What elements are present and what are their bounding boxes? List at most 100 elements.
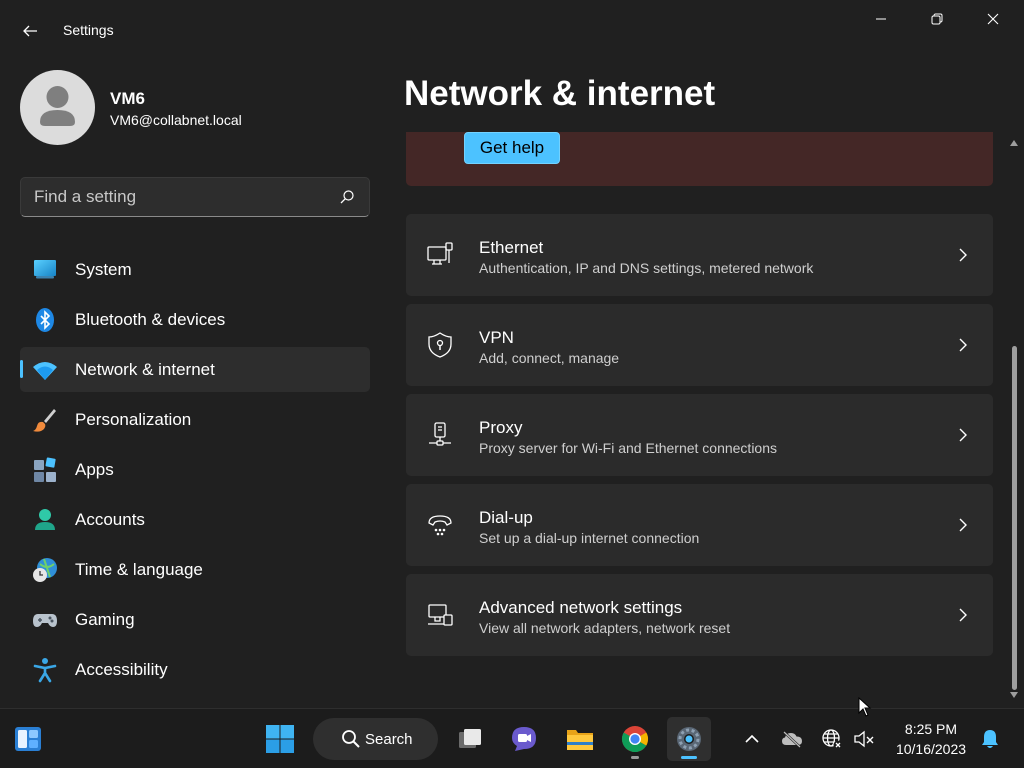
chrome-icon xyxy=(621,726,649,753)
scroll-down-arrow-icon[interactable] xyxy=(1009,690,1019,700)
taskbar-file-explorer[interactable] xyxy=(558,717,602,761)
app-title: Settings xyxy=(63,22,114,38)
user-email: VM6@collabnet.local xyxy=(110,112,242,128)
card-description: Authentication, IP and DNS settings, met… xyxy=(479,260,814,276)
onedrive-offline-icon xyxy=(782,731,802,748)
taskbar-search[interactable]: Search xyxy=(313,718,438,760)
tray-network[interactable] xyxy=(820,727,844,751)
back-button[interactable] xyxy=(14,16,46,46)
back-arrow-icon xyxy=(23,25,37,37)
taskbar: Search 8:25 PM 10/16/2023 xyxy=(0,708,1024,768)
card-description: Set up a dial-up internet connection xyxy=(479,530,700,546)
card-description: Add, connect, manage xyxy=(479,350,620,366)
card-title: Dial-up xyxy=(479,508,533,527)
minimize-icon xyxy=(876,18,886,20)
setting-card-vpn[interactable]: VPN Add, connect, manage xyxy=(406,304,993,386)
setting-card-ethernet[interactable]: Ethernet Authentication, IP and DNS sett… xyxy=(406,214,993,296)
taskbar-settings[interactable] xyxy=(667,717,711,761)
accounts-icon xyxy=(35,509,55,530)
clock-time: 8:25 PM xyxy=(904,721,958,737)
close-icon xyxy=(987,13,999,25)
brush-icon xyxy=(33,409,56,432)
widgets-icon xyxy=(15,727,41,751)
search-box[interactable] xyxy=(20,177,370,217)
sidebar-item-label: Personalization xyxy=(75,410,192,429)
search-icon[interactable] xyxy=(339,189,355,205)
setting-card-proxy[interactable]: Proxy Proxy server for Wi-Fi and Etherne… xyxy=(406,394,993,476)
user-name: VM6 xyxy=(110,89,145,108)
scrollbar-thumb[interactable] xyxy=(1012,346,1017,690)
tray-volume[interactable] xyxy=(852,727,876,751)
chevron-right-icon xyxy=(959,428,967,442)
sidebar-item-label: Apps xyxy=(75,460,114,479)
restore-button[interactable] xyxy=(914,4,960,34)
card-title: VPN xyxy=(479,328,514,347)
taskbar-task-view[interactable] xyxy=(448,717,492,761)
chevron-right-icon xyxy=(959,608,967,622)
get-help-button[interactable]: Get help xyxy=(464,132,560,164)
vpn-shield-icon xyxy=(428,332,452,358)
tray-onedrive[interactable] xyxy=(780,727,804,751)
avatar[interactable] xyxy=(20,70,95,145)
mouse-cursor-icon xyxy=(858,697,872,717)
sidebar-item-gaming[interactable]: Gaming xyxy=(20,597,370,642)
sidebar-item-label: Network & internet xyxy=(75,360,215,379)
clock-date: 10/16/2023 xyxy=(895,741,967,757)
user-avatar-icon xyxy=(40,86,75,126)
system-icon xyxy=(34,260,56,279)
time-language-icon xyxy=(33,558,57,582)
title-bar: Settings xyxy=(0,0,1024,60)
restore-icon xyxy=(931,13,943,25)
sidebar-item-accessibility[interactable]: Accessibility xyxy=(20,647,370,692)
chevron-right-icon xyxy=(959,248,967,262)
volume-muted-icon xyxy=(854,730,874,748)
accessibility-icon xyxy=(33,658,57,683)
selected-indicator xyxy=(20,360,23,378)
sidebar-item-time-language[interactable]: Time & language xyxy=(20,547,370,592)
scroll-up-arrow-icon[interactable] xyxy=(1009,138,1019,148)
chevron-up-icon xyxy=(745,734,759,743)
minimize-button[interactable] xyxy=(858,4,904,34)
setting-card-advanced-network[interactable]: Advanced network settings View all netwo… xyxy=(406,574,993,656)
card-title: Advanced network settings xyxy=(479,598,683,617)
tray-overflow-button[interactable] xyxy=(740,727,764,751)
proxy-icon xyxy=(429,422,451,446)
network-globe-icon xyxy=(822,729,843,750)
sidebar-item-accounts[interactable]: Accounts xyxy=(20,497,370,542)
start-icon xyxy=(266,725,294,753)
sidebar-item-label: Bluetooth & devices xyxy=(75,310,226,329)
close-button[interactable] xyxy=(970,4,1016,34)
taskbar-widgets[interactable] xyxy=(6,717,50,761)
tray-notifications[interactable] xyxy=(978,727,1002,751)
sidebar-item-personalization[interactable]: Personalization xyxy=(20,397,370,442)
taskbar-teams-chat[interactable] xyxy=(502,717,546,761)
card-description: Proxy server for Wi-Fi and Ethernet conn… xyxy=(479,440,778,456)
file-explorer-icon xyxy=(567,730,593,750)
task-view-icon xyxy=(459,729,481,748)
sidebar-item-label: System xyxy=(75,260,132,279)
setting-card-dial-up[interactable]: Dial-up Set up a dial-up internet connec… xyxy=(406,484,993,566)
running-indicator xyxy=(681,756,697,759)
search-icon xyxy=(342,730,360,748)
gamepad-icon xyxy=(33,614,57,627)
teams-chat-icon xyxy=(512,727,536,751)
troubleshoot-banner: Get help xyxy=(406,132,993,186)
dial-up-icon xyxy=(428,515,452,536)
sidebar-item-apps[interactable]: Apps xyxy=(20,447,370,492)
search-input[interactable] xyxy=(21,178,331,216)
taskbar-chrome[interactable] xyxy=(613,717,657,761)
sidebar-item-bluetooth[interactable]: Bluetooth & devices xyxy=(20,297,370,342)
taskbar-search-label: Search xyxy=(365,731,413,748)
sidebar-item-system[interactable]: System xyxy=(20,247,370,292)
taskbar-start[interactable] xyxy=(258,717,302,761)
advanced-network-icon xyxy=(428,604,453,626)
sidebar-item-label: Accounts xyxy=(75,510,145,529)
card-title: Ethernet xyxy=(479,238,544,257)
bluetooth-icon xyxy=(36,308,54,332)
taskbar-clock[interactable]: 8:25 PM 10/16/2023 xyxy=(885,719,977,759)
notification-bell-icon xyxy=(982,730,998,748)
sidebar-item-network[interactable]: Network & internet xyxy=(20,347,370,392)
settings-icon xyxy=(677,727,701,751)
card-description: View all network adapters, network reset xyxy=(479,620,731,636)
page-title: Network & internet xyxy=(404,74,716,113)
